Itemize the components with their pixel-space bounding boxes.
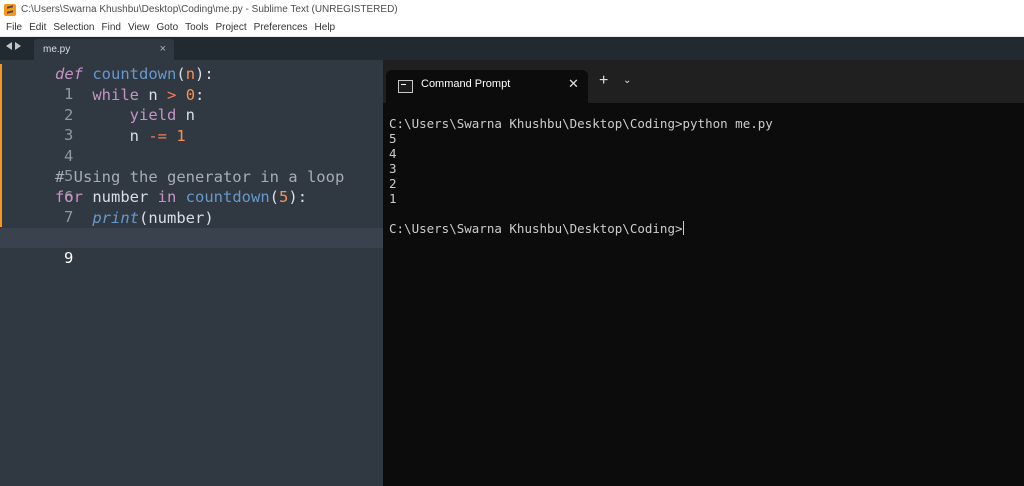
menu-goto[interactable]: Goto	[156, 22, 178, 33]
tab-nav-arrows	[6, 42, 21, 50]
code-line-3[interactable]: 3 yield n	[0, 105, 383, 144]
terminal-tab-title: Command Prompt	[421, 78, 511, 90]
code-line-4[interactable]: 4 n -= 1	[0, 126, 383, 165]
text-cursor	[682, 221, 684, 235]
code-line-6[interactable]: 6 # Using the generator in a loop	[0, 167, 383, 206]
window-title: C:\Users\Swarna Khushbu\Desktop\Coding\m…	[21, 4, 398, 15]
tab-close-icon[interactable]: ×	[160, 43, 166, 55]
new-tab-icon[interactable]: +	[599, 72, 608, 90]
code-line-2[interactable]: 2 while n > 0:	[0, 85, 383, 124]
menu-help[interactable]: Help	[315, 22, 336, 33]
menu-selection[interactable]: Selection	[53, 22, 94, 33]
tab-prev-icon[interactable]	[6, 42, 12, 50]
terminal-line: 1	[389, 191, 397, 206]
tab-next-icon[interactable]	[15, 42, 21, 50]
editor-tab-bar: me.py ×	[0, 37, 1024, 60]
code-line-7[interactable]: 7 for number in countdown(5):	[0, 187, 383, 226]
chevron-down-icon[interactable]: ⌄	[623, 75, 631, 86]
tab-me-py[interactable]: me.py ×	[34, 39, 174, 60]
sublime-text-icon	[4, 3, 16, 16]
terminal-prompt-line[interactable]: C:\Users\Swarna Khushbu\Desktop\Coding>	[389, 221, 773, 236]
terminal-prompt: C:\Users\Swarna Khushbu\Desktop\Coding>	[389, 221, 683, 236]
terminal-line: 2	[389, 176, 397, 191]
menu-project[interactable]: Project	[216, 22, 247, 33]
menu-bar: File Edit Selection Find View Goto Tools…	[0, 19, 1024, 37]
code-line-5[interactable]: 5	[0, 146, 383, 185]
terminal-line: C:\Users\Swarna Khushbu\Desktop\Coding>p…	[389, 116, 773, 131]
menu-view[interactable]: View	[128, 22, 150, 33]
line-number: 9	[63, 249, 74, 267]
menu-find[interactable]: Find	[102, 22, 121, 33]
window-titlebar: C:\Users\Swarna Khushbu\Desktop\Coding\m…	[0, 0, 1024, 19]
command-prompt-icon	[398, 80, 413, 93]
terminal-line: 4	[389, 146, 397, 161]
terminal-line: 5	[389, 131, 397, 146]
terminal-output[interactable]: C:\Users\Swarna Khushbu\Desktop\Coding>p…	[389, 116, 773, 236]
code-line-9[interactable]: 9	[0, 228, 383, 267]
menu-file[interactable]: File	[6, 22, 22, 33]
menu-preferences[interactable]: Preferences	[254, 22, 308, 33]
terminal-titlebar: Command Prompt ✕ + ⌄	[383, 60, 1024, 103]
code-line-8[interactable]: 8 print(number)	[0, 208, 383, 247]
tab-label: me.py	[43, 44, 71, 55]
close-tab-icon[interactable]: ✕	[568, 76, 579, 92]
command-prompt-window[interactable]: Command Prompt ✕ + ⌄ C:\Users\Swarna Khu…	[383, 60, 1024, 486]
menu-edit[interactable]: Edit	[29, 22, 46, 33]
terminal-line: 3	[389, 161, 397, 176]
terminal-tab[interactable]: Command Prompt ✕	[386, 70, 588, 103]
menu-tools[interactable]: Tools	[185, 22, 208, 33]
code-line-1[interactable]: 1 def countdown(n):	[0, 64, 383, 103]
code-editor[interactable]: 1 def countdown(n): 2 while n > 0: 3 yie…	[0, 60, 383, 486]
